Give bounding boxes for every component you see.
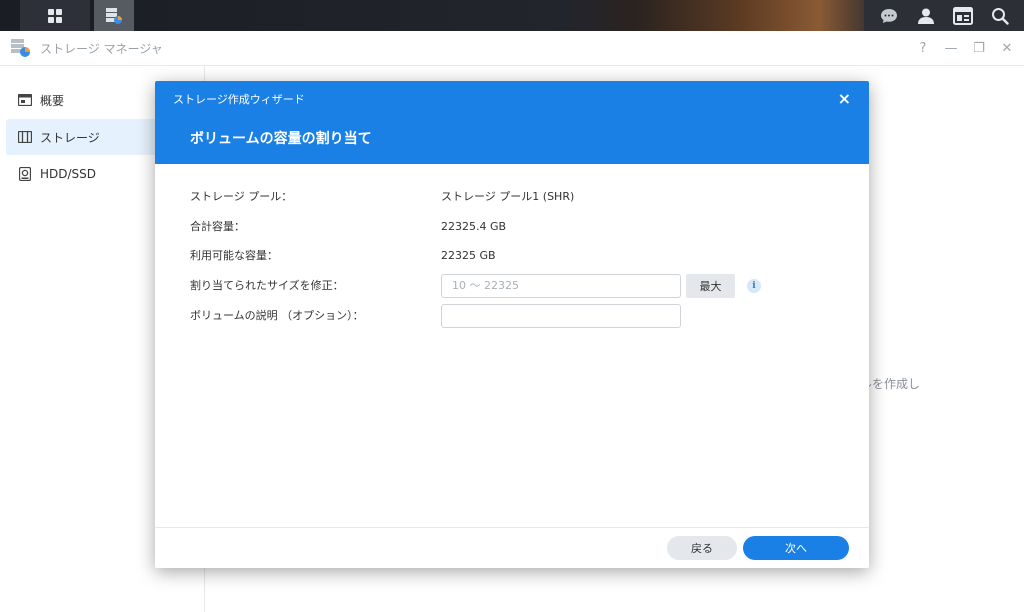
close-window-button[interactable]: ✕ (1000, 41, 1014, 56)
widgets-icon[interactable] (950, 3, 976, 29)
main-menu-button[interactable] (20, 0, 90, 31)
storage-manager-app-icon (106, 7, 122, 24)
storage-pool-value: ストレージ プール1 (SHR) (441, 190, 575, 203)
window-title-bar: ストレージ マネージャ ? — ❐ ✕ (0, 31, 1024, 66)
total-capacity-label: 合計容量： (190, 220, 245, 233)
restore-button[interactable]: ❐ (972, 41, 986, 56)
chat-icon[interactable] (876, 3, 902, 29)
max-button[interactable]: 最大 (686, 274, 735, 298)
next-button[interactable]: 次へ (743, 536, 849, 560)
close-icon[interactable]: × (838, 89, 851, 108)
allocated-size-input[interactable]: 10 ～ 22325 (441, 274, 681, 298)
wizard-step-title: ボリュームの容量の割り当て (190, 131, 372, 147)
taskbar (0, 0, 1024, 31)
allocated-size-label: 割り当てられたサイズを修正： (190, 279, 344, 292)
storage-pool-label: ストレージ プール： (190, 190, 293, 203)
minimize-button[interactable]: — (944, 41, 958, 56)
overview-icon (18, 93, 32, 107)
sidebar-item-label: ストレージ (40, 130, 100, 145)
window-title: ストレージ マネージャ (40, 41, 163, 56)
available-capacity-label: 利用可能な容量： (190, 249, 278, 262)
back-button[interactable]: 戻る (667, 536, 737, 560)
storage-manager-icon (11, 39, 30, 57)
background-partial-text: ルを作成し (860, 377, 921, 391)
help-button[interactable]: ? (916, 41, 930, 56)
search-icon[interactable] (987, 3, 1013, 29)
taskbar-right-tray (864, 0, 1024, 31)
info-icon[interactable]: i (747, 279, 761, 293)
storage-icon (18, 130, 32, 144)
volume-description-label: ボリュームの説明 （オプション）： (190, 309, 364, 322)
window-controls: ? — ❐ ✕ (916, 31, 1014, 66)
total-capacity-value: 22325.4 GB (441, 220, 507, 233)
wizard-footer: 戻る 次へ (155, 527, 869, 568)
storage-creation-wizard: ストレージ作成ウィザード × ボリュームの容量の割り当て ストレージ プール： … (155, 81, 869, 568)
main-menu-icon (48, 8, 62, 23)
available-capacity-value: 22325 GB (441, 249, 496, 262)
wizard-title: ストレージ作成ウィザード (173, 93, 305, 106)
wizard-header: ストレージ作成ウィザード × ボリュームの容量の割り当て (155, 81, 869, 164)
volume-description-input[interactable] (441, 304, 681, 328)
sidebar-item-label: 概要 (40, 93, 65, 108)
hdd-icon (18, 167, 32, 181)
sidebar-item-label: HDD/SSD (40, 167, 97, 181)
storage-manager-taskbar-button[interactable] (94, 0, 134, 31)
user-icon[interactable] (913, 3, 939, 29)
